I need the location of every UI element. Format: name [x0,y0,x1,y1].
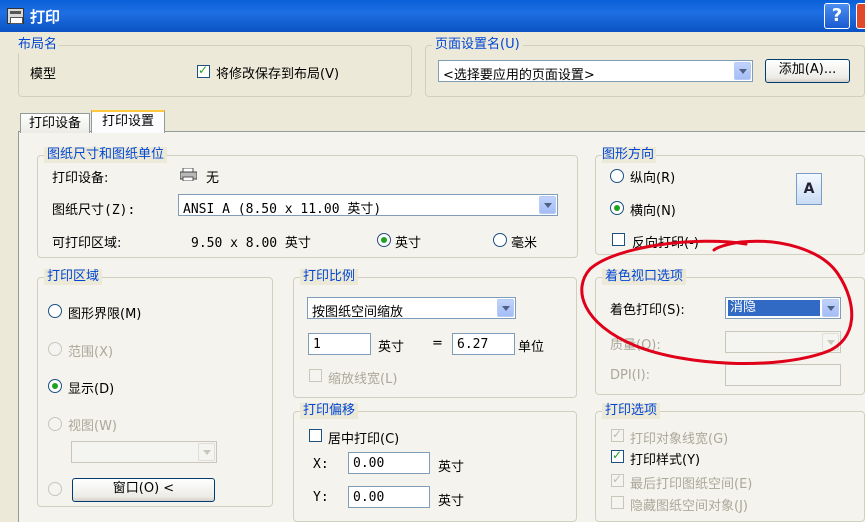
scale-units-value: 6.27 [457,337,489,352]
layout-name-group: 布局名 [18,37,412,97]
scale-lineweights-label: 缩放线宽(L) [328,372,398,387]
page-setup-selected: <选择要应用的页面设置> [443,68,595,83]
unit-inch-radio[interactable] [377,233,391,247]
unit-mm-label: 毫米 [511,236,538,251]
chevron-down-icon [497,299,514,317]
plot-device-label: 打印设备: [52,171,109,186]
plot-options-legend: 打印选项 [602,403,661,419]
portrait-label: 纵向(R) [630,171,676,186]
offset-x-label: X: [313,457,329,472]
center-plot-checkbox[interactable] [309,429,322,442]
limits-radio[interactable] [48,304,62,318]
printer-icon [180,168,197,181]
scale-units-input[interactable]: 6.27 [452,333,515,355]
paperspace-last-checkbox [611,472,624,487]
printable-area-value: 9.50 x 8.00 英寸 [191,236,311,251]
limits-label: 图形界限(M) [68,307,142,322]
plot-area-legend: 打印区域 [44,269,103,285]
unit-inch-label: 英寸 [395,236,422,251]
extents-label: 范围(X) [68,345,114,360]
paper-size-label: 图纸尺寸(Z): [52,203,136,218]
red-annotation-circle [580,239,854,365]
extents-radio [48,342,62,356]
print-app-icon [7,8,24,24]
display-label: 显示(D) [68,382,115,397]
scale-selected: 按图纸空间缩放 [312,305,404,320]
paper-size-select[interactable]: ANSI A (8.50 x 11.00 英寸) [178,194,558,217]
offset-y-unit: 英寸 [438,494,465,509]
window-title: 打印 [30,8,61,26]
landscape-page-icon: A [796,173,822,205]
add-page-setup-button[interactable]: 添加(A)... [765,59,850,83]
scale-inches-unit: 英寸 [378,340,405,355]
plot-lineweights-checkbox [611,427,624,442]
center-plot-label: 居中打印(C) [328,432,400,447]
plot-lineweights-label: 打印对象线宽(G) [630,432,729,447]
offset-x-input[interactable]: 0.00 [348,452,430,474]
scale-select[interactable]: 按图纸空间缩放 [307,297,516,320]
offset-x-unit: 英寸 [438,460,465,475]
hide-objects-checkbox [611,496,624,509]
display-radio[interactable] [48,379,62,393]
unit-mm-radio[interactable] [493,233,507,247]
page-setup-legend: 页面设置名(U) [432,37,523,53]
plot-scale-legend: 打印比例 [300,269,359,285]
plot-device-value: 无 [206,171,220,186]
chevron-down-icon [198,443,215,461]
scale-inches-input[interactable]: 1 [308,333,371,355]
scale-equals: = [432,336,443,351]
layout-name-legend: 布局名 [18,37,60,53]
paperspace-last-label: 最后打印图纸空间(E) [630,477,753,492]
chevron-down-icon [734,62,751,80]
paper-size-legend: 图纸尺寸和图纸单位 [44,147,168,163]
landscape-radio[interactable] [610,201,624,215]
scale-lineweights-checkbox [309,369,322,382]
title-bar[interactable] [0,0,865,32]
view-label: 视图(W) [68,419,117,434]
scale-units-unit: 单位 [518,340,545,355]
orientation-legend: 图形方向 [602,147,657,163]
portrait-radio[interactable] [610,169,624,183]
offset-y-label: Y: [313,490,329,505]
offset-x-value: 0.00 [353,456,385,471]
plot-offset-legend: 打印偏移 [300,403,359,419]
landscape-label: 横向(N) [630,204,676,219]
tab-plot-settings[interactable]: 打印设置 [91,110,165,133]
chevron-down-icon [539,196,556,214]
window-pick-button[interactable]: 窗口(O) < [72,478,215,502]
help-button[interactable]: ? [824,3,850,29]
printable-area-label: 可打印区域: [52,236,122,251]
hide-objects-label: 隐藏图纸空间对象(J) [630,499,748,514]
offset-y-value: 0.00 [353,490,385,505]
save-to-layout-checkbox[interactable] [197,63,210,78]
window-radio [48,482,62,496]
close-button[interactable] [856,3,865,29]
tab-plot-device[interactable]: 打印设备 [20,113,90,133]
view-radio [48,417,62,431]
paper-size-selected: ANSI A (8.50 x 11.00 英寸) [183,202,382,217]
page-setup-select[interactable]: <选择要应用的页面设置> [438,60,753,83]
view-select [71,441,217,463]
scale-inches-value: 1 [313,337,321,352]
plot-styles-checkbox[interactable] [611,448,624,463]
save-to-layout-label: 将修改保存到布局(V) [216,67,340,82]
plot-styles-label: 打印样式(Y) [630,453,701,468]
offset-y-input[interactable]: 0.00 [348,486,430,508]
layout-name-value: 模型 [30,67,57,82]
